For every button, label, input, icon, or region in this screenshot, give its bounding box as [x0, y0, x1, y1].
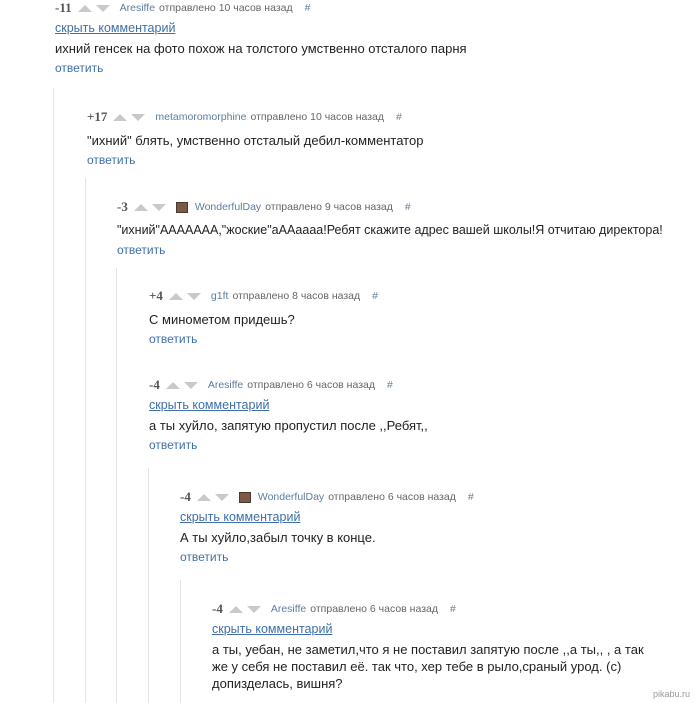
vote-arrows	[77, 4, 114, 12]
upvote-icon[interactable]	[77, 4, 92, 12]
hide-comment-link[interactable]: скрыть комментарий	[180, 510, 690, 524]
vote-arrows	[168, 292, 205, 300]
comment-score: -4	[212, 601, 223, 616]
comment: -11 Aresiffe отправлено 10 часов назад #…	[55, 0, 685, 75]
thread-line	[116, 268, 117, 703]
reply-link[interactable]: ответить	[117, 243, 692, 257]
vote-arrows	[228, 605, 265, 613]
downvote-icon[interactable]	[183, 381, 198, 389]
thread-line	[180, 580, 181, 703]
downvote-icon[interactable]	[186, 292, 201, 300]
user-avatar-icon	[238, 491, 251, 503]
upvote-icon[interactable]	[165, 381, 180, 389]
vote-arrows	[196, 493, 233, 501]
reply-link[interactable]: ответить	[149, 332, 689, 346]
permalink[interactable]: #	[468, 491, 474, 503]
upvote-icon[interactable]	[113, 113, 128, 121]
comment-score: -4	[180, 489, 191, 504]
comment: -4 WonderfulDay отправлено 6 часов назад…	[180, 489, 690, 564]
thread-line	[148, 468, 149, 703]
comment-timestamp: отправлено 6 часов назад	[328, 491, 456, 503]
upvote-icon[interactable]	[196, 493, 211, 501]
comment-timestamp: отправлено 8 часов назад	[232, 290, 361, 302]
comment-author[interactable]: g1ft	[211, 290, 229, 302]
comment-header: +4 g1ft отправлено 8 часов назад #	[149, 288, 689, 304]
comment: -3 WonderfulDay отправлено 9 часов назад…	[117, 199, 692, 257]
comment-author[interactable]: metamoromorphine	[155, 111, 246, 123]
reply-link[interactable]: ответить	[180, 550, 690, 564]
comment-header: -4 Aresiffe отправлено 6 часов назад #	[149, 377, 689, 393]
hide-comment-link[interactable]: скрыть комментарий	[212, 622, 657, 636]
comment-author[interactable]: WonderfulDay	[258, 491, 324, 503]
comment-header: -4 WonderfulDay отправлено 6 часов назад…	[180, 489, 690, 505]
upvote-icon[interactable]	[228, 605, 243, 613]
permalink[interactable]: #	[305, 2, 311, 14]
comment-header: +17 metamoromorphine отправлено 10 часов…	[87, 109, 687, 125]
site-watermark: pikabu.ru	[652, 689, 690, 699]
comment-text: "ихний"ААААААА,"жоские"аААаааа!Ребят ска…	[117, 223, 663, 237]
comment-score: -11	[55, 0, 72, 15]
comment-author[interactable]: Aresiffe	[271, 603, 306, 615]
comment-author[interactable]: Aresiffe	[120, 2, 155, 14]
comment-timestamp: отправлено 6 часов назад	[310, 603, 438, 615]
comment-timestamp: отправлено 6 часов назад	[247, 379, 375, 391]
comment: +17 metamoromorphine отправлено 10 часов…	[87, 109, 687, 167]
reply-link[interactable]: ответить	[55, 61, 685, 75]
comment-text: "ихний" блять, умственно отсталый дебил-…	[87, 133, 424, 148]
thread-line	[53, 88, 54, 703]
comment: -4 Aresiffe отправлено 6 часов назад # с…	[149, 377, 689, 452]
comment-score: +4	[149, 288, 163, 303]
user-avatar-icon	[175, 201, 188, 213]
vote-arrows	[165, 381, 202, 389]
permalink[interactable]: #	[405, 201, 411, 213]
comment-timestamp: отправлено 9 часов назад	[265, 201, 393, 213]
comment-text: А ты хуйло,забыл точку в конце.	[180, 530, 376, 545]
comment-text: а ты, уебан, не заметил,что я не постави…	[212, 642, 644, 691]
comment-score: -4	[149, 377, 160, 392]
vote-arrows	[113, 113, 149, 121]
comment-text: С минометом придешь?	[149, 312, 295, 327]
permalink[interactable]: #	[372, 290, 378, 302]
comment: -4 Aresiffe отправлено 6 часов назад # с…	[212, 601, 657, 692]
comment-text: а ты хуйло, запятую пропустил после ,,Ре…	[149, 418, 428, 433]
comment-header: -11 Aresiffe отправлено 10 часов назад #	[55, 0, 685, 16]
permalink[interactable]: #	[450, 603, 456, 615]
comment-author[interactable]: WonderfulDay	[195, 201, 261, 213]
hide-comment-link[interactable]: скрыть комментарий	[55, 21, 685, 35]
downvote-icon[interactable]	[131, 113, 146, 121]
vote-arrows	[133, 203, 170, 211]
downvote-icon[interactable]	[151, 203, 166, 211]
comment-text: ихний генсек на фото похож на толстого у…	[55, 41, 467, 56]
comment-timestamp: отправлено 10 часов назад	[159, 2, 293, 14]
reply-link[interactable]: ответить	[87, 153, 687, 167]
thread-line	[85, 178, 86, 703]
comment-header: -3 WonderfulDay отправлено 9 часов назад…	[117, 199, 692, 215]
permalink[interactable]: #	[387, 379, 393, 391]
comment-timestamp: отправлено 10 часов назад	[250, 111, 385, 123]
permalink[interactable]: #	[396, 111, 402, 123]
comment-score: +17	[87, 109, 108, 124]
comment-header: -4 Aresiffe отправлено 6 часов назад #	[212, 601, 657, 617]
comment-author[interactable]: Aresiffe	[208, 379, 243, 391]
comment-score: -3	[117, 199, 128, 214]
hide-comment-link[interactable]: скрыть комментарий	[149, 398, 689, 412]
reply-link[interactable]: ответить	[149, 438, 689, 452]
upvote-icon[interactable]	[133, 203, 148, 211]
downvote-icon[interactable]	[95, 4, 110, 12]
downvote-icon[interactable]	[246, 605, 261, 613]
upvote-icon[interactable]	[168, 292, 183, 300]
downvote-icon[interactable]	[214, 493, 229, 501]
comment: +4 g1ft отправлено 8 часов назад # С мин…	[149, 288, 689, 346]
